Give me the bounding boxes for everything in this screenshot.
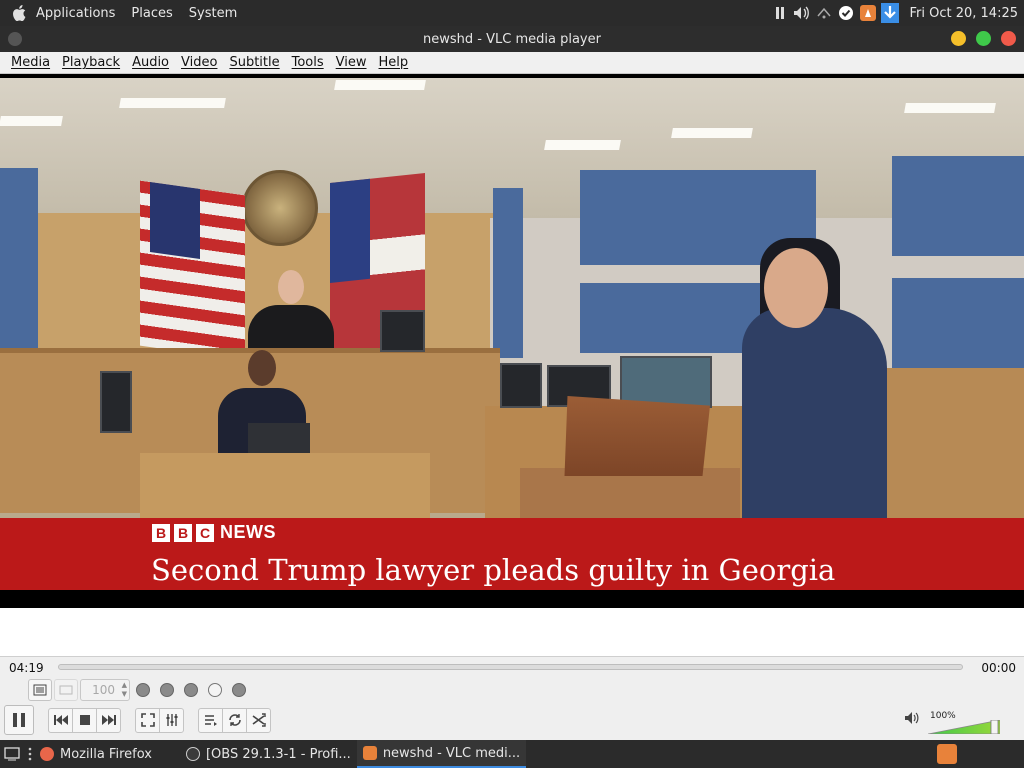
volume-icon[interactable] bbox=[793, 4, 811, 22]
previous-button[interactable] bbox=[48, 707, 73, 733]
menu-audio[interactable]: Audio bbox=[126, 52, 175, 73]
video-blank-strip bbox=[0, 608, 1024, 656]
minimize-button[interactable] bbox=[951, 31, 966, 46]
playlist-button[interactable] bbox=[198, 707, 223, 733]
pause-button[interactable] bbox=[4, 705, 34, 735]
frame-by-frame-button[interactable] bbox=[204, 679, 226, 701]
ceiling-light bbox=[544, 140, 621, 150]
taskbar-label: Mozilla Firefox bbox=[60, 746, 152, 762]
window-title: newshd - VLC media player bbox=[423, 31, 601, 47]
window-menu-icon[interactable] bbox=[8, 32, 22, 46]
apple-menu-icon[interactable] bbox=[12, 5, 26, 21]
maximize-button[interactable] bbox=[976, 31, 991, 46]
fullscreen-button[interactable] bbox=[135, 707, 160, 733]
vlc-icon bbox=[362, 746, 377, 760]
bbc-letter: C bbox=[196, 523, 214, 542]
menu-tools[interactable]: Tools bbox=[286, 52, 330, 73]
video-area[interactable]: B B C NEWS Second Trump lawyer pleads gu… bbox=[0, 74, 1024, 656]
vlc-tray-icon[interactable] bbox=[859, 4, 877, 22]
snapshot-button[interactable] bbox=[156, 679, 178, 701]
top-panel: Applications Places System Fri Oct 20, 1… bbox=[0, 0, 1024, 26]
system-tray: Fri Oct 20, 14:25 bbox=[771, 0, 1024, 26]
extended-settings-icon-button[interactable] bbox=[159, 707, 184, 733]
ceiling-light bbox=[671, 128, 753, 138]
bbc-news-logo: B B C NEWS bbox=[152, 522, 276, 543]
blue-panel bbox=[892, 278, 1024, 368]
spin-arrows-icon[interactable]: ▲ ▼ bbox=[122, 681, 127, 699]
record-button[interactable] bbox=[132, 679, 154, 701]
zoom-spinbox[interactable]: 100 ▲ ▼ bbox=[80, 679, 130, 701]
vlc-menubar: Media Playback Audio Video Subtitle Tool… bbox=[0, 52, 1024, 74]
check-icon[interactable] bbox=[837, 4, 855, 22]
obs-icon bbox=[185, 747, 200, 761]
system-menu[interactable]: System bbox=[181, 0, 245, 26]
download-icon[interactable] bbox=[881, 3, 900, 23]
bbc-news-word: NEWS bbox=[220, 522, 276, 542]
elapsed-time[interactable]: 04:19 bbox=[9, 661, 44, 675]
ceiling-light bbox=[0, 116, 63, 126]
us-flag bbox=[140, 180, 245, 361]
applications-menu[interactable]: Applications bbox=[28, 0, 123, 26]
monitor bbox=[620, 356, 712, 408]
monitor bbox=[380, 310, 425, 352]
monitor bbox=[100, 371, 132, 433]
state-seal bbox=[242, 170, 318, 246]
podium bbox=[564, 396, 710, 476]
loop-ab-button[interactable] bbox=[180, 679, 202, 701]
zoom-value: 100 bbox=[92, 683, 115, 697]
blue-panel bbox=[892, 156, 1024, 256]
window-titlebar[interactable]: newshd - VLC media player bbox=[0, 26, 1024, 52]
toggle-playlist-view-button[interactable] bbox=[28, 679, 52, 701]
menu-media[interactable]: Media bbox=[5, 52, 56, 73]
bbc-letter: B bbox=[152, 523, 170, 542]
taskbar-label: [OBS 29.1.3-1 - Profi... bbox=[205, 746, 351, 762]
firefox-icon bbox=[40, 747, 54, 761]
taskbar-vlc[interactable]: newshd - VLC medi... bbox=[356, 740, 527, 768]
menu-playback[interactable]: Playback bbox=[56, 52, 126, 73]
taskbar-obs[interactable]: [OBS 29.1.3-1 - Profi... bbox=[180, 740, 357, 768]
vlc-controls: 04:19 00:00 100 ▲ ▼ 100% bbox=[0, 656, 1024, 740]
video-frame: B B C NEWS Second Trump lawyer pleads gu… bbox=[0, 78, 1024, 590]
taskbar-firefox[interactable]: Mozilla Firefox bbox=[34, 740, 158, 768]
remaining-time[interactable]: 00:00 bbox=[981, 661, 1016, 675]
seek-slider[interactable] bbox=[58, 664, 963, 670]
places-menu[interactable]: Places bbox=[123, 0, 180, 26]
close-button[interactable] bbox=[1001, 31, 1016, 46]
taskbar-label: newshd - VLC medi... bbox=[382, 745, 521, 761]
bbc-letter: B bbox=[174, 523, 192, 542]
vlc-tray-launcher-icon[interactable] bbox=[937, 744, 957, 764]
taskbar-handle-icon[interactable] bbox=[26, 740, 34, 768]
wifi-icon[interactable] bbox=[771, 4, 789, 22]
next-button[interactable] bbox=[96, 707, 121, 733]
menu-view[interactable]: View bbox=[330, 52, 373, 73]
monitor bbox=[500, 363, 542, 408]
blue-panel bbox=[493, 188, 523, 358]
ceiling-light bbox=[904, 103, 996, 113]
extended-settings-button[interactable] bbox=[54, 679, 78, 701]
loop-button[interactable] bbox=[222, 707, 247, 733]
effects-button[interactable] bbox=[228, 679, 250, 701]
bottom-taskbar: Mozilla Firefox [OBS 29.1.3-1 - Profi...… bbox=[0, 740, 1024, 768]
clock[interactable]: Fri Oct 20, 14:25 bbox=[909, 6, 1018, 21]
menu-video[interactable]: Video bbox=[175, 52, 223, 73]
news-headline: Second Trump lawyer pleads guilty in Geo… bbox=[151, 553, 836, 587]
menu-subtitle[interactable]: Subtitle bbox=[223, 52, 285, 73]
laptop bbox=[248, 423, 310, 455]
shuffle-button[interactable] bbox=[246, 707, 271, 733]
volume-slider[interactable] bbox=[928, 720, 1000, 734]
stop-button[interactable] bbox=[72, 707, 97, 733]
judge-figure bbox=[248, 270, 334, 360]
menu-help[interactable]: Help bbox=[373, 52, 415, 73]
show-desktop-button[interactable] bbox=[0, 740, 26, 768]
ceiling-light bbox=[119, 98, 226, 108]
mute-button[interactable] bbox=[904, 711, 920, 725]
network-icon[interactable] bbox=[815, 4, 833, 22]
ceiling-light bbox=[334, 80, 426, 90]
